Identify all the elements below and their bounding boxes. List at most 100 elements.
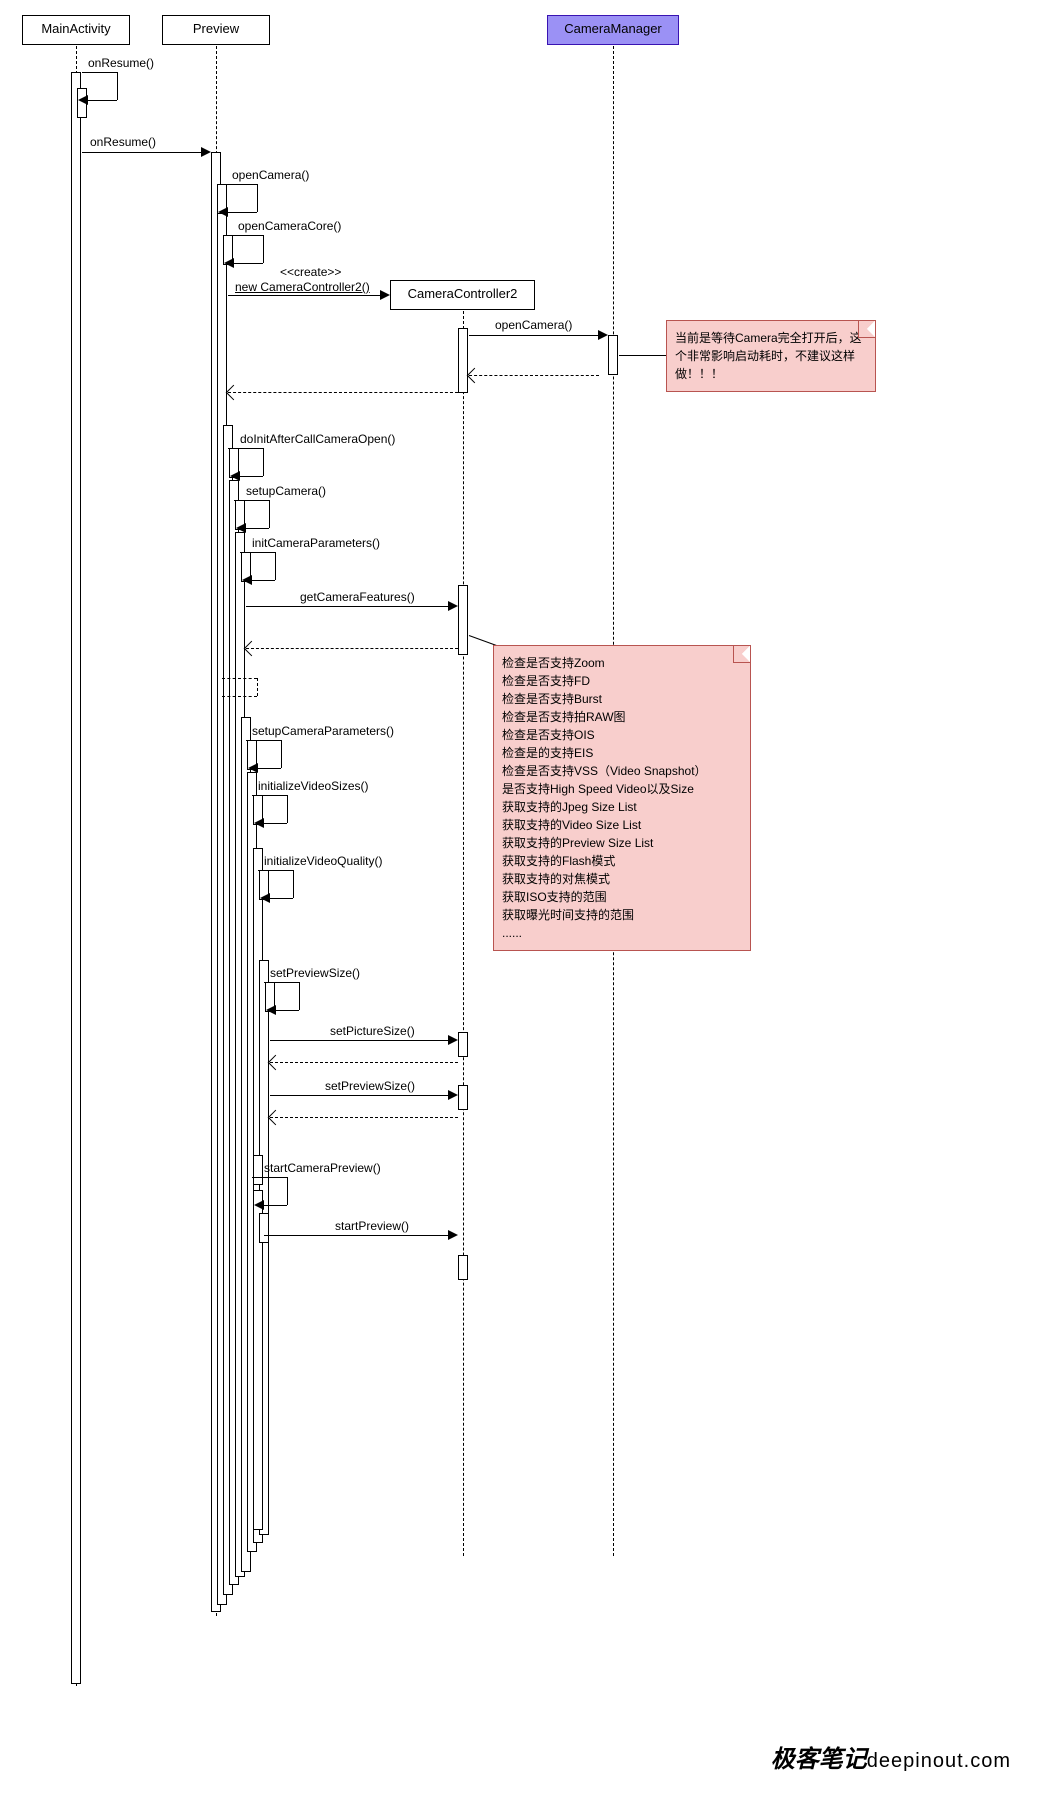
- msg-create: <<create>>: [280, 265, 341, 279]
- activation-cm-1: [608, 335, 618, 375]
- activation-prev-21: [259, 1213, 269, 1243]
- arrow: [234, 500, 269, 501]
- msg-startcampreview: startCameraPreview(): [264, 1161, 381, 1175]
- note-line: 获取曝光时间支持的范围: [502, 906, 742, 924]
- arrowhead: [254, 818, 264, 828]
- msg-setpreviewsize2: setPreviewSize(): [325, 1079, 415, 1093]
- msg-opencamera2: openCamera(): [495, 318, 572, 332]
- arrowhead: [218, 207, 228, 217]
- note-line: 是否支持High Speed Video以及Size: [502, 780, 742, 798]
- arrowhead: [598, 330, 608, 340]
- arrow: [252, 795, 287, 796]
- note-line: 获取支持的Jpeg Size List: [502, 798, 742, 816]
- return-arrow: [222, 696, 257, 697]
- arrow-leg: [281, 740, 282, 768]
- return-arrow: [222, 678, 257, 679]
- activation-cc-4: [458, 1085, 468, 1110]
- arrow: [246, 528, 269, 529]
- arrow: [228, 212, 257, 213]
- msg-doinit: doInitAfterCallCameraOpen(): [240, 432, 395, 446]
- note-line: 检查是否支持Burst: [502, 690, 742, 708]
- arrow: [270, 898, 293, 899]
- note-features: 检查是否支持Zoom检查是否支持FD检查是否支持Burst检查是否支持拍RAW图…: [493, 645, 751, 951]
- note-line: 获取支持的Video Size List: [502, 816, 742, 834]
- note-line: 获取支持的对焦模式: [502, 870, 742, 888]
- arrowhead: [224, 258, 234, 268]
- participant-cameramanager: CameraManager: [547, 15, 679, 45]
- arrow: [246, 740, 281, 741]
- arrow-leg: [269, 500, 270, 528]
- msg-getfeatures: getCameraFeatures(): [300, 590, 415, 604]
- arrow: [222, 184, 257, 185]
- arrow: [258, 870, 293, 871]
- arrow: [264, 1235, 449, 1236]
- arrow-leg: [299, 982, 300, 1010]
- arrow: [228, 295, 380, 296]
- arrow-leg: [275, 552, 276, 580]
- activation-prev-19: [253, 1155, 263, 1185]
- msg-setupcamera: setupCamera(): [246, 484, 326, 498]
- note-text: 当前是等待Camera完全打开后，这个非常影响启动耗时，不建议这样做！！！: [675, 331, 862, 381]
- note-line: 检查是否支持Zoom: [502, 654, 742, 672]
- note-opencamera: 当前是等待Camera完全打开后，这个非常影响启动耗时，不建议这样做！！！: [666, 320, 876, 392]
- participant-label: MainActivity: [41, 21, 110, 36]
- note-line: 检查是否支持OIS: [502, 726, 742, 744]
- arrow: [264, 823, 287, 824]
- return-arrow: [246, 648, 458, 649]
- arrow: [264, 982, 299, 983]
- participant-cameracontroller2: CameraController2: [390, 280, 535, 310]
- note-line: 检查是的支持EIS: [502, 744, 742, 762]
- msg-onresume: onResume(): [88, 56, 154, 70]
- arrow-leg: [287, 795, 288, 823]
- arrow: [270, 1040, 449, 1041]
- arrowhead: [448, 1090, 458, 1100]
- arrow: [264, 1205, 287, 1206]
- arrow: [469, 335, 599, 336]
- return-arrow: [469, 375, 599, 376]
- msg-setpreviewsize: setPreviewSize(): [270, 966, 360, 980]
- msg-opencamera: openCamera(): [232, 168, 309, 182]
- arrow: [234, 263, 263, 264]
- msg-setupparams: setupCameraParameters(): [252, 724, 394, 738]
- footer: 极客笔记deepinout.com: [771, 1739, 1011, 1774]
- activation-cc-5: [458, 1255, 468, 1280]
- sequence-diagram: MainActivity Preview CameraManager Camer…: [0, 0, 1041, 1794]
- note-connector: [619, 355, 666, 356]
- arrow: [270, 1095, 449, 1096]
- arrowhead: [266, 1005, 276, 1015]
- arrow-leg: [257, 678, 258, 696]
- arrow: [240, 552, 275, 553]
- arrowhead: [242, 575, 252, 585]
- arrowhead: [201, 147, 211, 157]
- activation-cc-3: [458, 1032, 468, 1057]
- note-line: ......: [502, 924, 742, 942]
- note-line: 检查是否支持FD: [502, 672, 742, 690]
- arrowhead: [448, 1035, 458, 1045]
- arrowhead: [448, 601, 458, 611]
- arrowhead: [230, 471, 240, 481]
- activation-main-1: [71, 72, 81, 1684]
- arrowhead: [254, 1200, 264, 1210]
- note-line: 检查是否支持拍RAW图: [502, 708, 742, 726]
- participant-label: CameraManager: [564, 21, 662, 36]
- footer-brand: 极客笔记: [771, 1747, 867, 1773]
- msg-new: new CameraController2(): [235, 280, 370, 294]
- lifeline-cameracontroller2: [463, 311, 464, 1556]
- arrow-leg: [287, 1177, 288, 1205]
- arrow-leg: [257, 184, 258, 212]
- arrow-leg: [293, 870, 294, 898]
- arrow: [88, 100, 117, 101]
- participant-label: Preview: [193, 21, 239, 36]
- msg-initparams: initCameraParameters(): [252, 536, 380, 550]
- msg-startpreview: startPreview(): [335, 1219, 409, 1233]
- arrow: [252, 1177, 287, 1178]
- msg-setpicturesize: setPictureSize(): [330, 1024, 415, 1038]
- participant-preview: Preview: [162, 15, 270, 45]
- msg-opencameracore: openCameraCore(): [238, 219, 341, 233]
- return-arrow: [270, 1117, 458, 1118]
- msg-onresume2: onResume(): [90, 135, 156, 149]
- note-line: 检查是否支持VSS（Video Snapshot）: [502, 762, 742, 780]
- arrowhead: [236, 523, 246, 533]
- return-arrow: [228, 392, 458, 393]
- arrow: [228, 235, 263, 236]
